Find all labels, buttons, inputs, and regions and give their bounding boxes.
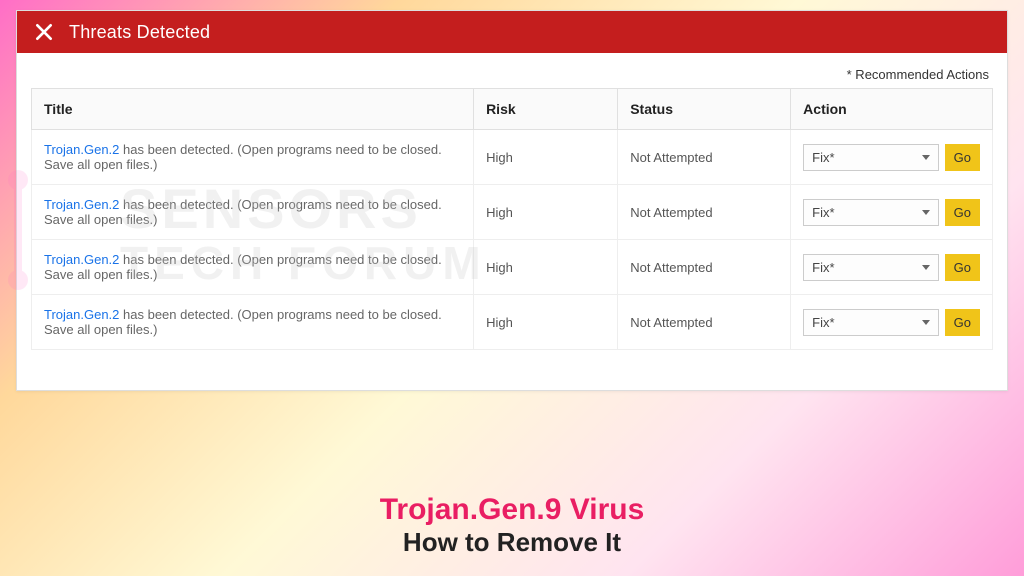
threat-name-link[interactable]: Trojan.Gen.2	[44, 307, 119, 322]
cell-status: Not Attempted	[618, 185, 791, 240]
action-dropdown[interactable]: Fix*	[803, 144, 938, 171]
chevron-down-icon	[922, 155, 930, 160]
threats-panel: Threats Detected * Recommended Actions T…	[16, 10, 1008, 391]
col-header-status: Status	[618, 89, 791, 130]
chevron-down-icon	[922, 320, 930, 325]
recommended-actions-label: * Recommended Actions	[31, 61, 993, 88]
cell-title: Trojan.Gen.2 has been detected. (Open pr…	[32, 295, 474, 350]
cell-title: Trojan.Gen.2 has been detected. (Open pr…	[32, 240, 474, 295]
cell-risk: High	[474, 130, 618, 185]
table-row: Trojan.Gen.2 has been detected. (Open pr…	[32, 240, 993, 295]
go-button[interactable]: Go	[945, 254, 980, 281]
threats-table: Title Risk Status Action Trojan.Gen.2 ha…	[31, 88, 993, 350]
chevron-down-icon	[922, 265, 930, 270]
cell-status: Not Attempted	[618, 295, 791, 350]
alert-header: Threats Detected	[17, 11, 1007, 53]
threat-name-link[interactable]: Trojan.Gen.2	[44, 252, 119, 267]
cell-action: Fix* Go	[791, 130, 993, 185]
go-button[interactable]: Go	[945, 309, 980, 336]
action-dropdown-label: Fix*	[812, 260, 834, 275]
cell-status: Not Attempted	[618, 130, 791, 185]
headline-title: Trojan.Gen.9 Virus	[0, 493, 1024, 527]
cell-action: Fix* Go	[791, 185, 993, 240]
go-button[interactable]: Go	[945, 199, 980, 226]
cell-action: Fix* Go	[791, 240, 993, 295]
promo-headline: Trojan.Gen.9 Virus How to Remove It	[0, 493, 1024, 558]
table-row: Trojan.Gen.2 has been detected. (Open pr…	[32, 295, 993, 350]
cell-risk: High	[474, 240, 618, 295]
action-dropdown[interactable]: Fix*	[803, 199, 938, 226]
threat-name-link[interactable]: Trojan.Gen.2	[44, 142, 119, 157]
headline-subtitle: How to Remove It	[0, 527, 1024, 558]
cell-title: Trojan.Gen.2 has been detected. (Open pr…	[32, 185, 474, 240]
cell-risk: High	[474, 295, 618, 350]
action-dropdown-label: Fix*	[812, 150, 834, 165]
action-dropdown[interactable]: Fix*	[803, 309, 938, 336]
table-row: Trojan.Gen.2 has been detected. (Open pr…	[32, 130, 993, 185]
cell-status: Not Attempted	[618, 240, 791, 295]
cell-action: Fix* Go	[791, 295, 993, 350]
action-dropdown-label: Fix*	[812, 205, 834, 220]
threat-name-link[interactable]: Trojan.Gen.2	[44, 197, 119, 212]
cell-risk: High	[474, 185, 618, 240]
cell-title: Trojan.Gen.2 has been detected. (Open pr…	[32, 130, 474, 185]
col-header-action: Action	[791, 89, 993, 130]
action-dropdown-label: Fix*	[812, 315, 834, 330]
col-header-title: Title	[32, 89, 474, 130]
close-icon[interactable]	[33, 21, 55, 43]
alert-title: Threats Detected	[69, 22, 210, 43]
action-dropdown[interactable]: Fix*	[803, 254, 938, 281]
chevron-down-icon	[922, 210, 930, 215]
table-row: Trojan.Gen.2 has been detected. (Open pr…	[32, 185, 993, 240]
go-button[interactable]: Go	[945, 144, 980, 171]
col-header-risk: Risk	[474, 89, 618, 130]
